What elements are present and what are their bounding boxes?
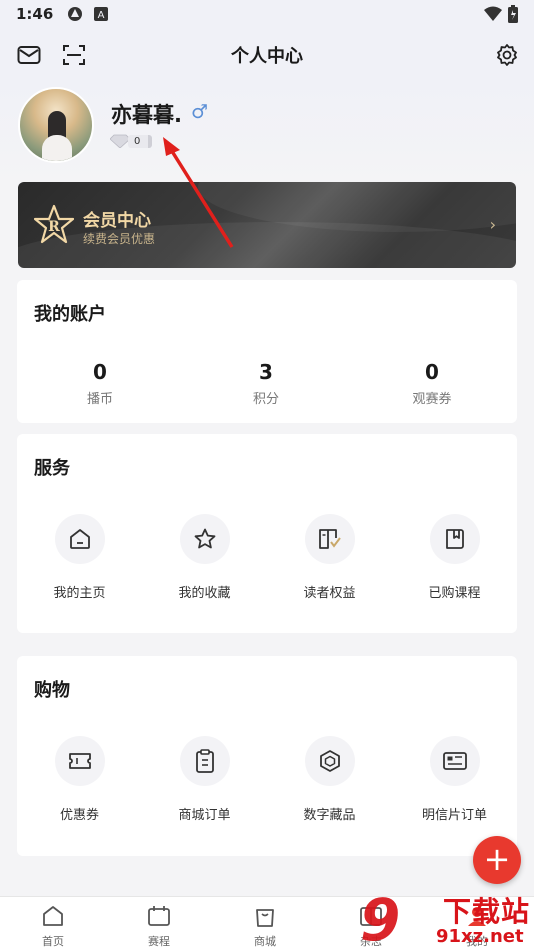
vip-subtitle: 续费会员优惠 (83, 232, 156, 246)
watermark-url: 91xz.net (436, 926, 524, 947)
service-label: 已购课程 (428, 586, 481, 601)
order-clipboard-icon (179, 736, 230, 786)
digital-collectible-icon (304, 736, 355, 786)
shopping-mall-orders[interactable]: 商城订单 (142, 736, 267, 823)
avatar-dress (42, 135, 72, 161)
avatar[interactable] (18, 87, 94, 163)
stat-label: 积分 (252, 392, 279, 407)
stat-value: 0 (93, 360, 107, 384)
level-badge[interactable]: 0 (110, 134, 153, 148)
schedule-tab-icon (146, 903, 172, 929)
vip-title: 会员中心 (83, 211, 151, 231)
reader-rights-icon (304, 514, 355, 564)
svg-text:A: A (98, 10, 105, 21)
service-reader-rights[interactable]: 读者权益 (267, 514, 392, 601)
status-right (484, 5, 518, 27)
postcard-icon (429, 736, 480, 786)
tab-shop[interactable]: 商城 (212, 903, 318, 949)
service-purchased-courses[interactable]: 已购课程 (392, 514, 517, 601)
account-title: 我的账户 (34, 304, 106, 325)
tab-home[interactable]: 首页 (0, 903, 106, 949)
level-value: 0 (128, 134, 153, 148)
header-bar: 个人中心 (0, 28, 534, 80)
wifi-icon (484, 6, 502, 26)
shopping-label: 明信片订单 (421, 808, 487, 823)
shopping-label: 数字藏品 (303, 808, 356, 823)
service-my-favorites[interactable]: 我的收藏 (142, 514, 267, 601)
settings-gear-icon[interactable] (494, 42, 520, 68)
stat-points[interactable]: 3 积分 (183, 360, 349, 407)
status-bar: 1:46 A (0, 0, 534, 28)
star-icon (179, 514, 230, 564)
service-label: 读者权益 (303, 586, 356, 601)
add-fab-button[interactable]: + (473, 836, 521, 884)
shopping-coupons[interactable]: 优惠券 (17, 736, 142, 823)
stat-value: 3 (259, 360, 273, 384)
services-card: 服务 我的主页 我的收藏 读者权益 已购课程 (17, 434, 517, 633)
status-time: 1:46 (16, 5, 54, 23)
services-title: 服务 (34, 458, 70, 479)
stat-label: 播币 (86, 392, 113, 407)
profile-section: 亦暮暮. ♂ 0 (18, 87, 518, 167)
shopping-label: 优惠券 (59, 808, 99, 823)
home-tab-icon (40, 903, 66, 929)
service-label: 我的收藏 (178, 586, 231, 601)
shopping-card: 购物 优惠券 商城订单 数字藏品 明信片订单 (17, 656, 517, 856)
vip-center-card[interactable]: R 会员中心 续费会员优惠 › (18, 182, 516, 268)
service-label: 我的主页 (53, 586, 106, 601)
battery-icon (508, 5, 518, 27)
coupon-icon (54, 736, 105, 786)
service-my-homepage[interactable]: 我的主页 (17, 514, 142, 601)
shopping-postcard-orders[interactable]: 明信片订单 (392, 736, 517, 823)
purchased-course-icon (429, 514, 480, 564)
home-icon (54, 514, 105, 564)
stat-label: 观赛券 (412, 392, 452, 407)
watermark-site-name: 下载站 (443, 895, 531, 928)
tab-label: 商城 (254, 935, 276, 948)
chevron-right-icon: › (489, 215, 496, 234)
app-notification-icon (67, 6, 83, 22)
svg-text:R: R (48, 219, 60, 235)
gender-male-icon: ♂ (191, 101, 209, 123)
stat-value: 0 (425, 360, 439, 384)
stat-coins[interactable]: 0 播币 (17, 360, 183, 407)
diamond-icon (110, 134, 130, 148)
shopping-digital-collectibles[interactable]: 数字藏品 (267, 736, 392, 823)
stat-tickets[interactable]: 0 观赛券 (349, 360, 515, 407)
vip-star-logo-icon: R (34, 204, 74, 244)
shopping-label: 商城订单 (178, 808, 231, 823)
font-a-icon: A (93, 6, 109, 22)
tab-label: 首页 (42, 935, 64, 948)
shop-bag-tab-icon (252, 903, 278, 929)
tab-schedule[interactable]: 赛程 (106, 903, 212, 949)
nickname[interactable]: 亦暮暮. (111, 99, 182, 129)
watermark-numeral: 9 (360, 886, 401, 950)
account-card: 我的账户 0 播币 3 积分 0 观赛券 (17, 280, 517, 423)
shopping-title: 购物 (34, 680, 70, 701)
page-title: 个人中心 (231, 46, 303, 67)
tab-label: 赛程 (148, 935, 170, 948)
